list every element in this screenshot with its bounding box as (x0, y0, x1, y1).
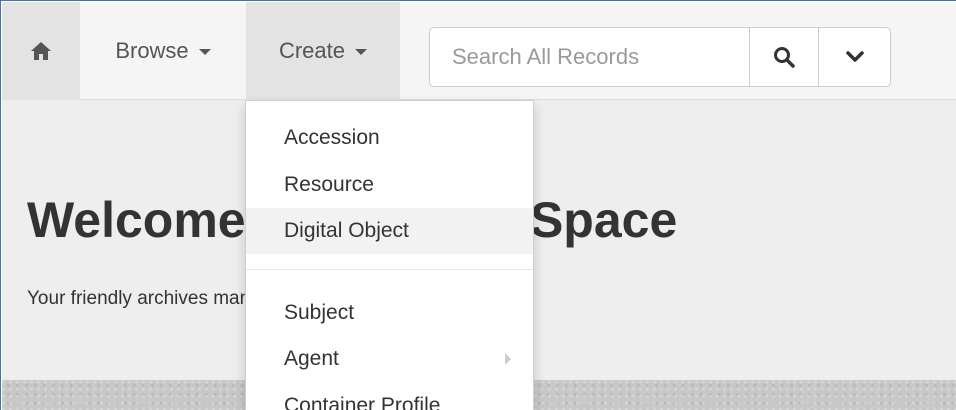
menu-item-digital-object[interactable]: Digital Object (246, 208, 533, 254)
search-group (429, 27, 891, 87)
menu-divider (246, 269, 533, 270)
caret-down-icon (355, 49, 368, 55)
menu-item-label: Digital Object (284, 219, 409, 242)
create-dropdown-menu: Accession Resource Digital Object Subjec… (245, 100, 534, 410)
search-icon (774, 47, 795, 68)
menu-item-container-profile[interactable]: Container Profile (246, 383, 533, 410)
browse-menu-toggle[interactable]: Browse (81, 2, 245, 100)
browse-label: Browse (115, 38, 189, 63)
menu-item-resource[interactable]: Resource (246, 162, 533, 208)
advanced-search-toggle[interactable] (819, 27, 891, 87)
chevron-down-icon (845, 51, 864, 62)
home-button[interactable] (2, 2, 80, 100)
create-menu-toggle[interactable]: Create (246, 2, 400, 100)
menu-item-label: Resource (284, 173, 374, 196)
menu-item-label: Container Profile (284, 394, 441, 410)
menu-item-agent[interactable]: Agent (246, 336, 533, 382)
caret-down-icon (198, 49, 211, 55)
menu-item-label: Accession (284, 126, 380, 149)
menu-item-label: Agent (284, 347, 339, 370)
top-navbar: Browse Create (2, 2, 956, 100)
menu-item-label: Subject (284, 301, 355, 324)
create-label: Create (278, 38, 346, 63)
home-icon (31, 42, 51, 60)
app-window: Browse Create Welcome to ArchivesSpace (0, 0, 956, 410)
menu-item-subject[interactable]: Subject (246, 290, 533, 336)
search-input[interactable] (429, 27, 749, 87)
search-button[interactable] (749, 27, 819, 87)
caret-right-icon (505, 353, 511, 365)
menu-item-accession[interactable]: Accession (246, 115, 533, 161)
